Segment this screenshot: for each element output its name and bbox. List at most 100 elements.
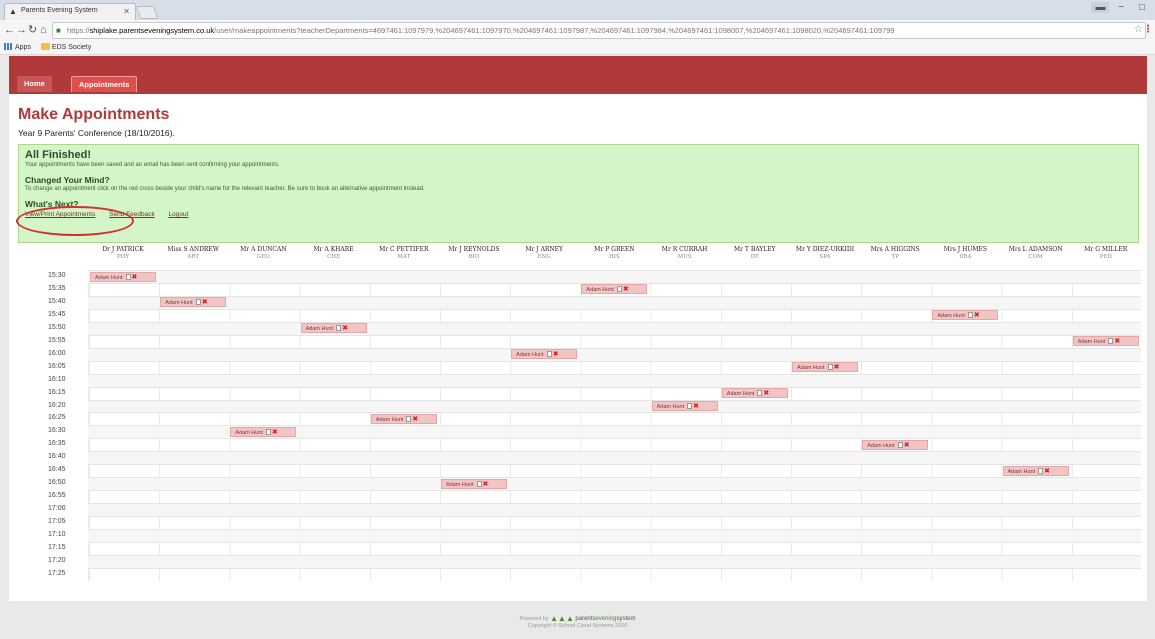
appointment-slot[interactable]: Adam Hunt ✖ xyxy=(1002,465,1069,476)
teacher-name: Mr J REYNOLDS xyxy=(448,246,500,253)
teacher-name: Mrs J HUMES xyxy=(943,246,987,253)
all-finished-panel: All Finished! Your appointments have bee… xyxy=(18,144,1139,243)
appointment-slot[interactable]: Adam Hunt ✖ xyxy=(370,413,437,424)
browser-menu-icon[interactable]: ⋮ xyxy=(1143,24,1153,35)
appointment-slot[interactable]: Adam Hunt ✖ xyxy=(651,401,718,411)
cancel-appointment-icon[interactable]: ✖ xyxy=(1044,468,1050,475)
cancel-appointment-icon[interactable]: ✖ xyxy=(553,351,559,358)
cancel-appointment-icon[interactable]: ✖ xyxy=(834,364,840,371)
bookmark-star-icon[interactable]: ☆ xyxy=(1134,24,1143,35)
address-bar[interactable]: ■ https://shiplake.parentseveningsystem.… xyxy=(52,22,1146,39)
row-divider xyxy=(88,541,1141,543)
appointment-student-name: Adam Hunt xyxy=(95,274,123,281)
reload-icon[interactable]: ↻ xyxy=(28,24,37,36)
appointment-slot[interactable]: Adam Hunt ✖ xyxy=(90,271,156,282)
row-divider xyxy=(88,295,1141,297)
note-icon[interactable] xyxy=(195,299,201,306)
row-stripe xyxy=(88,529,1141,542)
logout-link[interactable]: Logout xyxy=(169,211,189,218)
note-icon[interactable] xyxy=(546,351,552,358)
time-slot-label: 16:20 xyxy=(48,401,66,409)
bookmark-apps[interactable]: Apps xyxy=(4,43,31,51)
appointment-slot[interactable]: Adam Hunt ✖ xyxy=(721,388,788,399)
cancel-appointment-icon[interactable]: ✖ xyxy=(1114,338,1120,345)
note-icon[interactable] xyxy=(897,441,903,448)
note-icon[interactable] xyxy=(1108,338,1114,345)
appointment-slot[interactable]: Adam Hunt ✖ xyxy=(932,310,999,321)
bookmark-eds-society[interactable]: EDS Society xyxy=(40,43,91,51)
home-icon[interactable]: ⌂ xyxy=(40,24,47,36)
time-slot-label: 15:40 xyxy=(48,297,66,305)
appointment-student-name: Adam Hunt xyxy=(165,300,193,307)
appointment-student-name: Adam Hunt xyxy=(446,481,474,488)
cancel-appointment-icon[interactable]: ✖ xyxy=(202,299,208,306)
cancel-appointment-icon[interactable]: ✖ xyxy=(763,390,769,397)
time-slot-label: 17:20 xyxy=(48,556,66,564)
teacher-name: Mrs L ADAMSON xyxy=(1008,246,1063,253)
note-icon[interactable] xyxy=(1038,467,1044,474)
restore-window-icon[interactable]: − xyxy=(1112,2,1130,13)
cancel-appointment-icon[interactable]: ✖ xyxy=(272,429,278,436)
teacher-column-header: Miss S ANDREW ART xyxy=(158,246,228,270)
nav-home[interactable]: Home xyxy=(17,76,52,92)
time-slot-label: 16:25 xyxy=(48,414,66,422)
appointment-slot[interactable]: Adam Hunt ✖ xyxy=(862,439,929,450)
note-icon[interactable] xyxy=(265,428,271,435)
minimize-window-icon[interactable]: ▬ xyxy=(1091,2,1110,13)
folder-icon xyxy=(40,43,50,50)
cancel-appointment-icon[interactable]: ✖ xyxy=(693,403,699,410)
time-slot-label: 16:45 xyxy=(48,466,66,474)
bookmarks-bar: Apps EDS Society xyxy=(0,41,1155,55)
row-divider xyxy=(88,373,1141,375)
back-arrow-icon[interactable]: ← xyxy=(4,24,15,36)
teacher-name: Mr Y DIEZ-URKIDI xyxy=(795,246,855,253)
close-tab-icon[interactable]: ✕ xyxy=(123,7,130,16)
cancel-appointment-icon[interactable]: ✖ xyxy=(132,274,138,281)
cancel-appointment-icon[interactable]: ✖ xyxy=(904,442,910,449)
row-stripe xyxy=(88,451,1141,465)
note-icon[interactable] xyxy=(125,273,131,280)
appointment-slot[interactable]: Adam Hunt ✖ xyxy=(511,349,578,360)
note-icon[interactable] xyxy=(406,415,412,422)
note-icon[interactable] xyxy=(967,312,973,319)
row-divider xyxy=(88,399,1141,401)
time-slot-label: 15:50 xyxy=(48,323,66,331)
teacher-subject: BIO xyxy=(468,254,480,260)
teacher-column-header: Mr G MILLER PED xyxy=(1071,246,1141,270)
cancel-appointment-icon[interactable]: ✖ xyxy=(342,325,348,332)
note-icon[interactable] xyxy=(757,390,763,397)
lock-icon: ■ xyxy=(56,26,61,35)
forward-arrow-icon[interactable]: → xyxy=(16,24,27,36)
cancel-appointment-icon[interactable]: ✖ xyxy=(412,416,418,423)
new-tab-button[interactable] xyxy=(135,6,159,19)
row-divider xyxy=(88,386,1141,388)
cancel-appointment-icon[interactable]: ✖ xyxy=(623,286,629,293)
teacher-column-header: Mrs L ADAMSON COM xyxy=(1001,246,1071,270)
appointment-slot[interactable]: Adam Hunt ✖ xyxy=(300,323,367,334)
appointment-slot[interactable]: Adam Hunt ✖ xyxy=(441,478,507,489)
appointment-slot[interactable]: Adam Hunt ✖ xyxy=(581,284,648,295)
row-divider xyxy=(88,529,1141,530)
time-slot-label: 15:55 xyxy=(48,336,66,344)
row-stripe xyxy=(88,295,1141,309)
appointment-slot[interactable]: Adam Hunt ✖ xyxy=(230,426,297,437)
copyright: Copyright © School Cloud Systems 2016 xyxy=(527,623,628,629)
teacher-subject: COM xyxy=(1028,254,1043,260)
appointment-slot[interactable]: Adam Hunt ✖ xyxy=(792,362,858,373)
time-slot-label: 16:15 xyxy=(48,388,66,396)
cancel-appointment-icon[interactable]: ✖ xyxy=(483,481,489,488)
nav-appointments[interactable]: Appointments xyxy=(71,76,138,92)
appointment-slot[interactable]: Adam Hunt ✖ xyxy=(1072,336,1139,347)
apps-icon xyxy=(4,43,13,50)
teacher-subject: GEO xyxy=(256,254,270,260)
note-icon[interactable] xyxy=(687,403,693,409)
cancel-appointment-icon[interactable]: ✖ xyxy=(974,312,980,319)
note-icon[interactable] xyxy=(616,286,622,293)
close-window-icon[interactable]: □ xyxy=(1133,2,1151,13)
note-icon[interactable] xyxy=(336,325,342,332)
row-stripe xyxy=(88,477,1141,491)
note-icon[interactable] xyxy=(827,364,833,371)
note-icon[interactable] xyxy=(476,480,482,487)
browser-tab[interactable]: ▲ Parents Evening System ✕ xyxy=(4,3,136,20)
appointment-slot[interactable]: Adam Hunt ✖ xyxy=(160,297,227,308)
